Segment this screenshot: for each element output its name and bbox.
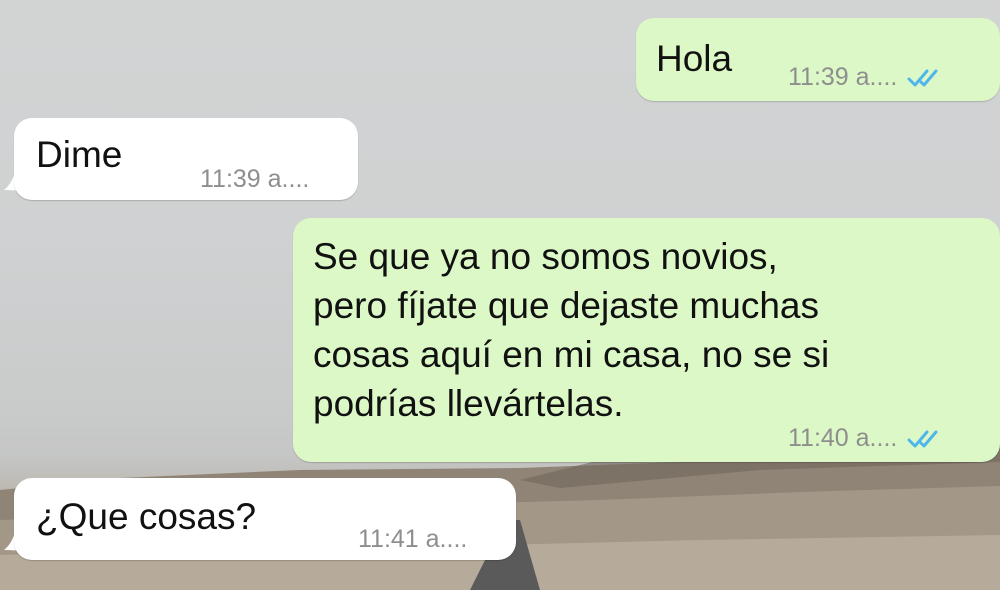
outgoing-message-bubble[interactable]: Hola 11:39 a.... bbox=[636, 18, 1000, 101]
outgoing-message-bubble[interactable]: Se que ya no somos novios, pero fíjate q… bbox=[293, 218, 1000, 462]
incoming-message-bubble[interactable]: ¿Que cosas? 11:41 a.... bbox=[14, 478, 516, 560]
message-timestamp: 11:41 a.... bbox=[358, 525, 468, 553]
message-timestamp: 11:39 a.... bbox=[200, 165, 310, 193]
message-text: Hola bbox=[656, 38, 733, 79]
message-text: Se que ya no somos novios, pero fíjate q… bbox=[313, 236, 830, 424]
message-meta: 11:41 a.... bbox=[358, 525, 467, 554]
incoming-message-bubble[interactable]: Dime 11:39 a.... bbox=[14, 118, 358, 200]
message-timestamp: 11:40 a.... bbox=[788, 424, 898, 452]
message-text: Dime bbox=[36, 134, 123, 175]
read-double-check-icon bbox=[907, 69, 938, 86]
message-meta: 11:40 a.... bbox=[788, 424, 943, 453]
read-double-check-icon bbox=[907, 430, 938, 447]
message-timestamp: 11:39 a.... bbox=[788, 63, 898, 91]
message-meta: 11:39 a.... bbox=[788, 63, 943, 92]
message-meta: 11:39 a.... bbox=[200, 165, 309, 194]
message-text: ¿Que cosas? bbox=[36, 496, 257, 537]
